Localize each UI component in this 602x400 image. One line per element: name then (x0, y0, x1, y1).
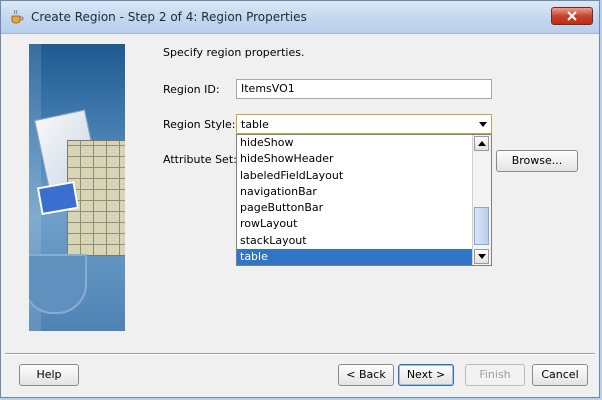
browse-button[interactable]: Browse... (496, 150, 578, 172)
region-id-value: ItemsVO1 (241, 82, 295, 95)
finish-button: Finish (465, 364, 525, 386)
list-item[interactable]: navigationBar (237, 184, 473, 200)
scroll-thumb[interactable] (474, 207, 489, 245)
region-style-select[interactable]: table (236, 114, 492, 134)
dialog-body: Specify region properties. Region ID: It… (5, 34, 595, 392)
next-button[interactable]: Next > (398, 364, 454, 386)
window-title: Create Region - Step 2 of 4: Region Prop… (31, 10, 307, 24)
help-button[interactable]: Help (19, 364, 79, 386)
list-item-selected[interactable]: table (237, 248, 473, 265)
list-item[interactable]: stackLayout (237, 233, 473, 249)
cancel-button[interactable]: Cancel (532, 364, 588, 386)
region-style-dropdown[interactable]: hideShow hideShowHeader labeledFieldLayo… (236, 134, 492, 266)
dropdown-list: hideShow hideShowHeader labeledFieldLayo… (237, 135, 473, 265)
chevron-down-icon[interactable] (479, 122, 487, 127)
region-style-value: table (241, 118, 269, 131)
dropdown-scrollbar[interactable] (472, 135, 491, 265)
back-button[interactable]: < Back (338, 364, 394, 386)
coffee-cup-icon (11, 9, 24, 24)
close-icon (567, 11, 577, 21)
footer-separator (5, 353, 595, 355)
dialog-window: Create Region - Step 2 of 4: Region Prop… (0, 0, 600, 398)
close-button[interactable] (551, 7, 593, 25)
scroll-down-button[interactable] (474, 249, 489, 264)
region-id-input[interactable]: ItemsVO1 (236, 79, 492, 99)
arrow-up-icon (478, 141, 486, 146)
arrow-down-icon (478, 254, 486, 259)
list-item[interactable]: hideShow (237, 135, 473, 151)
instruction-text: Specify region properties. (163, 46, 305, 59)
wizard-illustration (29, 44, 125, 331)
title-bar[interactable]: Create Region - Step 2 of 4: Region Prop… (1, 1, 599, 34)
list-item[interactable]: hideShowHeader (237, 151, 473, 167)
scroll-up-button[interactable] (474, 136, 489, 151)
attribute-set-label: Attribute Set: (163, 153, 237, 166)
list-item[interactable]: rowLayout (237, 216, 473, 232)
list-item[interactable]: labeledFieldLayout (237, 168, 473, 184)
region-id-label: Region ID: (163, 83, 220, 96)
list-item[interactable]: pageButtonBar (237, 200, 473, 216)
region-style-label: Region Style: (163, 118, 236, 131)
